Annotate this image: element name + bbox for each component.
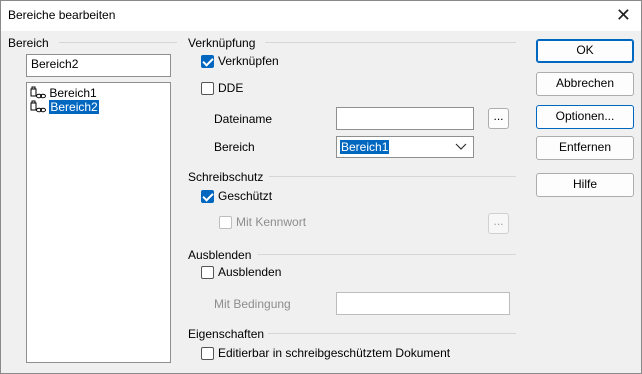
- protected-checkbox[interactable]: [201, 190, 214, 203]
- password-button-label: ...: [493, 214, 504, 228]
- ok-button[interactable]: OK: [536, 39, 634, 63]
- link-section-title: Verknüpfung: [188, 36, 256, 50]
- section-name-value: Bereich2: [31, 57, 79, 71]
- link-section-label: Bereich: [214, 140, 255, 154]
- hide-checkbox-label: Ausblenden: [218, 265, 282, 279]
- help-button[interactable]: Hilfe: [536, 173, 634, 197]
- window-title: Bereiche bearbeiten: [8, 8, 116, 22]
- dde-checkbox[interactable]: [201, 82, 214, 95]
- chevron-down-icon[interactable]: [455, 143, 467, 151]
- linked-section-icon: [30, 100, 46, 113]
- browse-file-button[interactable]: ...: [488, 108, 509, 129]
- close-icon[interactable]: ✕: [616, 5, 631, 25]
- section-name-input[interactable]: Bereich2: [26, 54, 171, 77]
- password-checkbox-label: Mit Kennwort: [236, 215, 307, 229]
- protected-checkbox-label: Geschützt: [218, 189, 273, 203]
- list-item-label: Bereich1: [49, 86, 97, 100]
- separator: [258, 254, 516, 255]
- condition-label: Mit Bedingung: [214, 297, 291, 311]
- title-bar: Bereiche bearbeiten ✕: [1, 1, 641, 31]
- list-item-label: Bereich2: [49, 100, 99, 114]
- edit-sections-dialog: Bereiche bearbeiten ✕ Bereich Bereich2 B…: [0, 0, 642, 374]
- linked-section-icon: [30, 86, 46, 99]
- password-checkbox[interactable]: [219, 216, 232, 229]
- cancel-button[interactable]: Abbrechen: [536, 72, 634, 96]
- link-checkbox-label: Verknüpfen: [218, 54, 279, 68]
- protection-section-title: Schreibschutz: [188, 170, 264, 184]
- hide-section-title: Ausblenden: [188, 248, 252, 262]
- link-section-value: Bereich1: [340, 140, 390, 154]
- properties-section-title: Eigenschaften: [188, 327, 265, 341]
- section-label: Bereich: [8, 36, 49, 50]
- section-list[interactable]: Bereich1 Bereich2: [26, 82, 171, 363]
- remove-button[interactable]: Entfernen: [536, 136, 634, 160]
- editable-checkbox-label: Editierbar in schreibgeschütztem Dokumen…: [218, 346, 451, 360]
- hide-checkbox[interactable]: [201, 266, 214, 279]
- filename-input[interactable]: [336, 107, 474, 130]
- list-item[interactable]: Bereich1: [30, 86, 97, 100]
- link-section-combo[interactable]: Bereich1: [336, 136, 474, 158]
- password-button[interactable]: ...: [488, 213, 509, 234]
- separator: [265, 42, 516, 43]
- editable-checkbox[interactable]: [201, 347, 214, 360]
- filename-label: Dateiname: [214, 112, 273, 126]
- dde-checkbox-label: DDE: [218, 81, 244, 95]
- separator: [269, 176, 516, 177]
- separator: [59, 42, 177, 43]
- list-item[interactable]: Bereich2: [30, 100, 99, 114]
- condition-input[interactable]: [336, 292, 510, 315]
- options-button[interactable]: Optionen...: [536, 105, 634, 129]
- separator: [268, 333, 516, 334]
- link-checkbox[interactable]: [201, 55, 214, 68]
- browse-file-label: ...: [493, 109, 504, 123]
